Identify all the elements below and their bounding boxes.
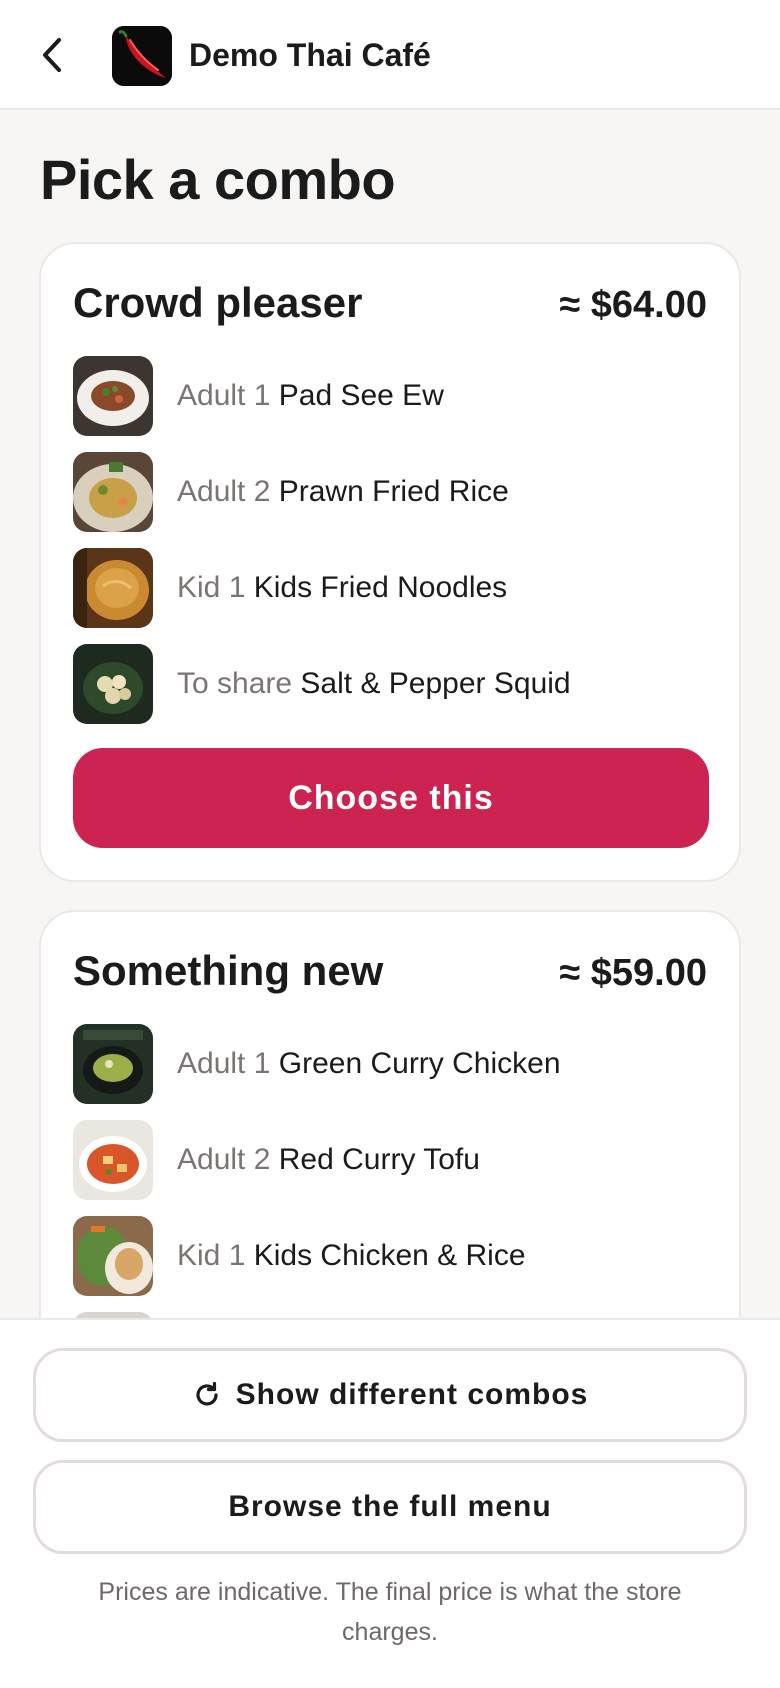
combo-item-dish: Red Curry Tofu	[278, 1143, 480, 1176]
combo-item-role: Kid 1	[177, 571, 246, 604]
combo-item: Adult 2 Red Curry Tofu	[73, 1120, 713, 1200]
combo-card-crowd-pleaser: Crowd pleaser ≈ $64.00 Adult 1 Pad See E…	[39, 242, 741, 882]
combo-item-role: Adult 1	[177, 1047, 271, 1080]
combo-item-dish: Salt & Pepper Squid	[300, 667, 571, 700]
bottom-action-bar: Show different combos Browse the full me…	[0, 1318, 780, 1688]
combo-item: Adult 1 Pad See Ew	[73, 356, 713, 436]
combo-item-role: Adult 1	[177, 379, 271, 412]
combo-item: Kid 1 Kids Fried Noodles	[73, 548, 713, 628]
dish-thumbnail	[73, 452, 153, 532]
store-logo	[112, 26, 172, 86]
price-disclaimer: Prices are indicative. The final price i…	[98, 1578, 682, 1646]
show-different-combos-button[interactable]: Show different combos	[33, 1348, 747, 1442]
back-button[interactable]	[30, 30, 74, 80]
combo-item-dish: Kids Chicken & Rice	[253, 1239, 526, 1272]
dish-thumbnail	[73, 644, 153, 724]
combo-item-dish: Pad See Ew	[278, 379, 444, 412]
dish-thumbnail	[73, 548, 153, 628]
page-title: Pick a combo	[40, 148, 396, 211]
dish-thumbnail	[73, 356, 153, 436]
combo-item: Adult 2 Prawn Fried Rice	[73, 452, 713, 532]
chevron-left-icon	[43, 38, 61, 72]
combo-item-dish: Kids Fried Noodles	[253, 571, 508, 604]
combo-item-dish: Green Curry Chicken	[278, 1047, 561, 1080]
chili-pepper-icon	[112, 26, 172, 86]
combo-item-role: Kid 1	[177, 1239, 246, 1272]
refresh-icon	[192, 1380, 222, 1410]
dish-thumbnail	[73, 1216, 153, 1296]
choose-combo-button[interactable]: Choose this	[73, 748, 709, 848]
dish-thumbnail	[73, 1120, 153, 1200]
store-name: Demo Thai Café	[189, 37, 431, 73]
combo-card-something-new: Something new ≈ $59.00 Adult 1 Green Cur…	[39, 910, 741, 1318]
combo-price: ≈ $64.00	[559, 284, 707, 326]
combo-item-role: Adult 2	[177, 475, 271, 508]
app-header: Demo Thai Café	[0, 0, 780, 110]
combo-item: Kid 1 Kids Chicken & Rice	[73, 1216, 713, 1296]
combo-list[interactable]: Crowd pleaser ≈ $64.00 Adult 1 Pad See E…	[0, 240, 780, 1318]
dish-thumbnail	[73, 1024, 153, 1104]
combo-item-dish: Prawn Fried Rice	[278, 475, 509, 508]
combo-item: Adult 1 Green Curry Chicken	[73, 1024, 713, 1104]
combo-item-role: Adult 2	[177, 1143, 271, 1176]
combo-item: To share Salt & Pepper Squid	[73, 644, 713, 724]
show-different-combos-label: Show different combos	[235, 1378, 589, 1411]
browse-full-menu-button[interactable]: Browse the full menu	[33, 1460, 747, 1554]
combo-item-role: To share	[177, 667, 293, 700]
combo-title: Crowd pleaser	[73, 279, 363, 326]
combo-title: Something new	[73, 947, 384, 994]
combo-price: ≈ $59.00	[559, 952, 707, 994]
